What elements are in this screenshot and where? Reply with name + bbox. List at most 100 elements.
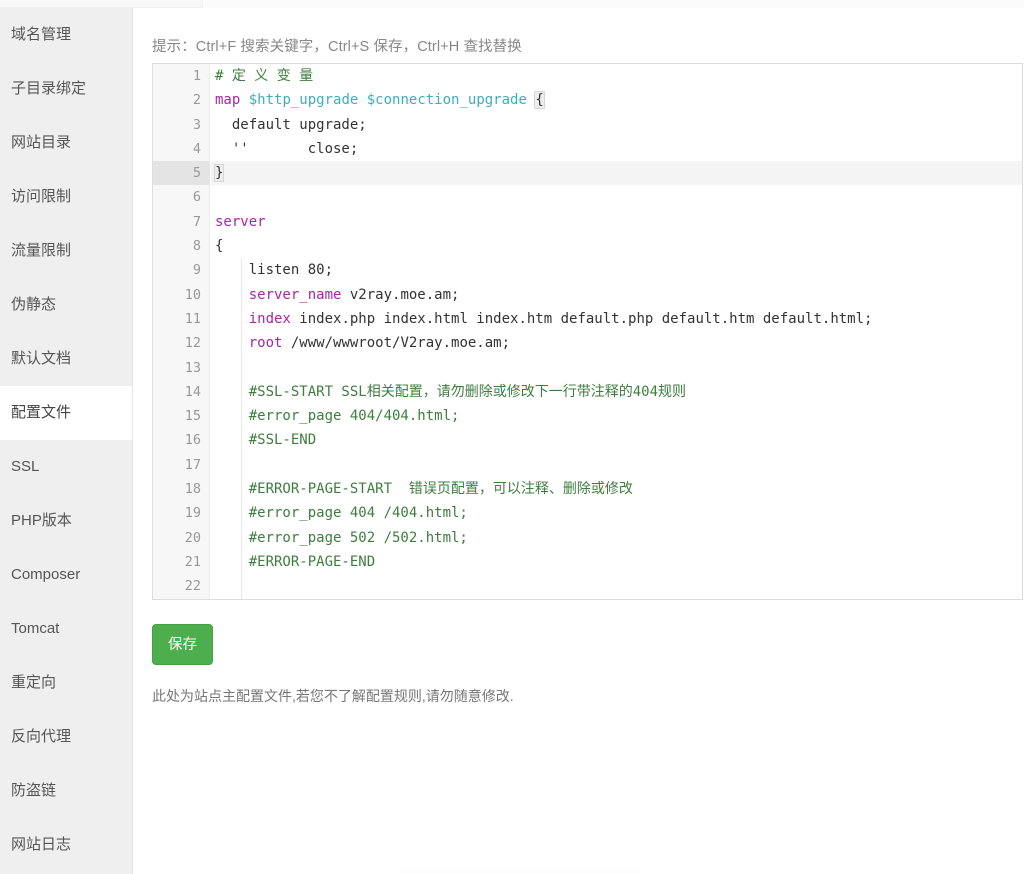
code-line-4[interactable]: 4 '' close;: [153, 137, 1022, 161]
config-code-editor[interactable]: 1 # 定 义 变 量 2 map $http_upgrade $connection…: [152, 63, 1023, 600]
sidebar-item-label: 配置文件: [11, 404, 72, 421]
sidebar-item-0[interactable]: 域名管理: [0, 8, 132, 62]
code-line-content[interactable]: #ERROR-PAGE-END: [211, 549, 1022, 575]
token-kw: server: [215, 213, 266, 230]
code-line-content[interactable]: #ERROR-PAGE-START 错误页配置，可以注释、删除或修改: [211, 477, 1022, 502]
line-number: 19: [184, 505, 201, 522]
code-line-content[interactable]: #SSL-END: [211, 428, 1022, 453]
code-line-content[interactable]: [211, 355, 1022, 380]
line-number: 12: [184, 335, 201, 352]
code-line-content[interactable]: index index.php index.html index.htm def…: [211, 306, 1022, 332]
code-line-9[interactable]: 9 listen 80;: [153, 258, 1022, 283]
indent-guide: [241, 428, 242, 453]
code-line-content[interactable]: server_name v2ray.moe.am;: [211, 282, 1022, 307]
code-line-content[interactable]: }: [211, 161, 1022, 186]
code-line-content[interactable]: [211, 452, 1022, 478]
sidebar-item-15[interactable]: 网站日志: [0, 818, 132, 872]
indent-guide: [241, 404, 242, 429]
line-number: 2: [192, 92, 201, 109]
sidebar-item-7[interactable]: 配置文件: [0, 386, 132, 440]
sidebar-item-label: Composer: [11, 566, 81, 583]
sidebar-item-14[interactable]: 防盗链: [0, 764, 132, 818]
sidebar-item-label: 网站日志: [11, 836, 72, 853]
token-com: #error_page 502 /502.html;: [248, 529, 468, 546]
indent-guide: [241, 574, 242, 599]
code-line-22[interactable]: 22: [153, 574, 1022, 599]
token-com: #SSL-START SSL相关配置，请勿删除或修改下一行带注释的404规则: [248, 383, 687, 400]
indent-guide: [241, 501, 242, 526]
code-line-7[interactable]: 7 server: [153, 210, 1022, 234]
code-line-16[interactable]: 16 #SSL-END: [153, 428, 1022, 453]
code-line-content[interactable]: map $http_upgrade $connection_upgrade {: [211, 88, 1022, 112]
window-top-strip: [0, 0, 1024, 8]
sidebar-item-label: SSL: [11, 458, 40, 475]
sidebar-item-1[interactable]: 子目录绑定: [0, 62, 132, 116]
sidebar-item-2[interactable]: 网站目录: [0, 116, 132, 170]
code-line-11[interactable]: 11 index index.php index.html index.htm …: [153, 306, 1022, 332]
token-com: # 定 义 变 量: [215, 68, 314, 84]
sidebar-item-9[interactable]: PHP版本: [0, 494, 132, 548]
settings-sidebar[interactable]: 域名管理 子目录绑定网站目录访问限制 流量限制 伪静态 默认文档配置文件 SSL PHP版本…: [0, 8, 133, 874]
code-line-8[interactable]: 8{: [153, 234, 1022, 258]
sidebar-item-label: 防盗链: [11, 782, 57, 799]
code-line-content[interactable]: default upgrade;: [211, 113, 1022, 137]
line-number: 9: [192, 262, 201, 279]
line-number: 11: [184, 310, 201, 327]
code-line-13[interactable]: 13: [153, 355, 1022, 380]
code-line-17[interactable]: 17: [153, 452, 1022, 478]
code-line-content[interactable]: # 定 义 变 量: [211, 64, 1022, 88]
code-line-content[interactable]: {: [211, 234, 1022, 258]
code-line-14[interactable]: 14 #SSL-START SSL相关配置，请勿删除或修改下一行带注释的404规…: [153, 379, 1022, 405]
sidebar-item-6[interactable]: 默认文档: [0, 332, 132, 386]
sidebar-item-11[interactable]: Tomcat: [0, 602, 132, 656]
code-line-18[interactable]: 18 #ERROR-PAGE-START 错误页配置，可以注释、删除或修改: [153, 477, 1022, 502]
code-line-19[interactable]: 19 #error_page 404 /404.html;: [153, 501, 1022, 526]
code-line-content[interactable]: listen 80;: [211, 258, 1022, 283]
sidebar-item-label: 网站目录: [11, 134, 72, 151]
code-line-21[interactable]: 21 #ERROR-PAGE-END: [153, 549, 1022, 575]
code-line-15[interactable]: 15 #error_page 404/404.html;: [153, 404, 1022, 429]
code-line-content[interactable]: #error_page 502 /502.html;: [211, 525, 1022, 550]
token-txt: /www/wwwroot/V2ray.moe.am;: [282, 335, 511, 352]
code-line-1[interactable]: 1 # 定 义 变 量: [153, 64, 1022, 88]
main-content: 提示：Ctrl+F 搜索关键字，Ctrl+S 保存，Ctrl+H 查找替换 1 #…: [133, 8, 1024, 874]
editor-code-rows[interactable]: 1 # 定 义 变 量 2 map $http_upgrade $connection…: [153, 64, 1022, 599]
sidebar-item-8[interactable]: SSL: [0, 440, 132, 494]
line-number: 4: [192, 140, 201, 157]
code-line-5[interactable]: 5}: [153, 161, 1022, 186]
save-button[interactable]: 保存: [152, 624, 213, 665]
code-line-content[interactable]: [211, 574, 1022, 599]
site-settings-page: 域名管理 子目录绑定网站目录访问限制 流量限制 伪静态 默认文档配置文件 SSL PHP版本…: [0, 0, 1024, 874]
code-line-3[interactable]: 3 default upgrade;: [153, 113, 1022, 137]
line-number: 3: [192, 116, 201, 133]
code-line-content[interactable]: [211, 185, 1022, 209]
code-line-content[interactable]: #SSL-START SSL相关配置，请勿删除或修改下一行带注释的404规则: [211, 379, 1022, 405]
token-txt: listen 80;: [215, 262, 334, 279]
code-line-20[interactable]: 20 #error_page 502 /502.html;: [153, 525, 1022, 550]
code-line-2[interactable]: 2 map $http_upgrade $connection_upgrade {: [153, 88, 1022, 112]
sidebar-item-5[interactable]: 伪静态: [0, 278, 132, 332]
code-line-6[interactable]: 6: [153, 185, 1022, 209]
sidebar-item-13[interactable]: 反向代理: [0, 710, 132, 764]
sidebar-item-12[interactable]: 重定向: [0, 656, 132, 710]
line-number: 10: [184, 286, 201, 303]
code-line-content[interactable]: #error_page 404/404.html;: [211, 404, 1022, 429]
code-line-content[interactable]: #error_page 404 /404.html;: [211, 501, 1022, 526]
line-number: 1: [192, 68, 201, 84]
sidebar-item-10[interactable]: Composer: [0, 548, 132, 602]
sidebar-item-3[interactable]: 访问限制: [0, 170, 132, 224]
indent-guide: [241, 331, 242, 356]
code-line-content[interactable]: server: [211, 210, 1022, 234]
code-line-content[interactable]: '' close;: [211, 137, 1022, 161]
code-line-content[interactable]: root /www/wwwroot/V2ray.moe.am;: [211, 331, 1022, 356]
code-line-12[interactable]: 12 root /www/wwwroot/V2ray.moe.am;: [153, 331, 1022, 356]
code-line-10[interactable]: 10 server_name v2ray.moe.am;: [153, 282, 1022, 307]
sidebar-item-4[interactable]: 流量限制: [0, 224, 132, 278]
line-number: 7: [192, 213, 201, 230]
token-kw: index: [248, 310, 291, 327]
